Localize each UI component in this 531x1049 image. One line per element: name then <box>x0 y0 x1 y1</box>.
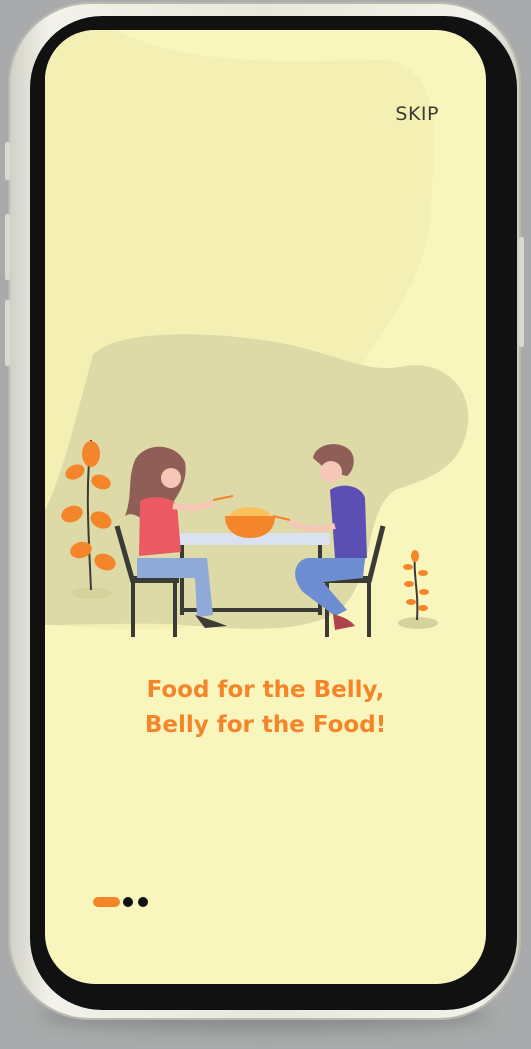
page-dot-2[interactable] <box>123 897 133 907</box>
couple-dining-illustration <box>61 439 438 637</box>
page-dot-3[interactable] <box>138 897 148 907</box>
skip-button[interactable]: SKIP <box>395 103 439 125</box>
onboarding-tagline: Food for the Belly, Belly for the Food! <box>45 673 486 743</box>
page-dot-active[interactable] <box>93 897 120 907</box>
volume-down-button <box>5 300 10 366</box>
onboarding-screen: SKIP Food for the Belly, Belly for the F… <box>45 30 486 984</box>
silent-switch <box>5 142 10 180</box>
volume-up-button <box>5 214 10 280</box>
tagline-line-1: Food for the Belly, <box>146 677 385 703</box>
tagline-line-2: Belly for the Food! <box>144 712 387 738</box>
power-button <box>519 237 524 347</box>
